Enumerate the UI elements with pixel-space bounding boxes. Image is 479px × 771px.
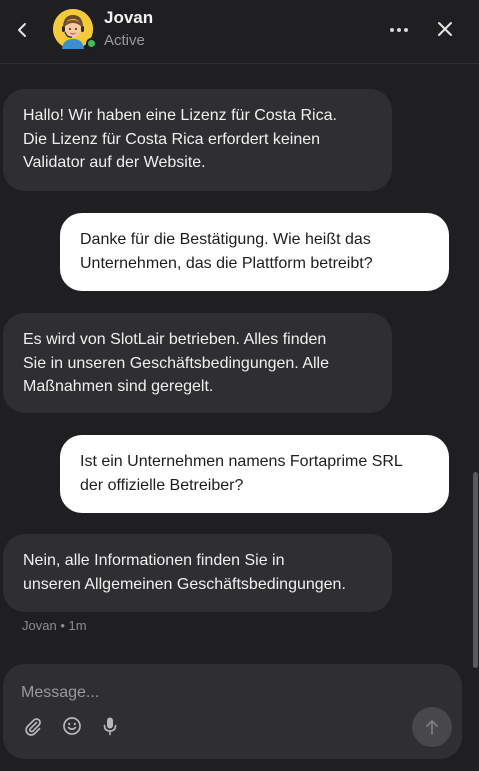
agent-status: Active: [104, 32, 145, 49]
voice-message-button[interactable]: [98, 714, 122, 738]
message-time: 1m: [68, 618, 87, 633]
online-status-dot: [86, 38, 97, 49]
chat-window: Jovan Active Hallo! Wir haben eine Lizen…: [0, 0, 479, 771]
agent-message: Hallo! Wir haben eine Lizenz für Costa R…: [3, 89, 392, 191]
more-horizontal-icon: [390, 28, 408, 32]
close-icon: [438, 22, 452, 36]
back-button[interactable]: [10, 17, 36, 43]
emoji-button[interactable]: [60, 714, 84, 738]
scrollbar-thumb[interactable]: [473, 472, 478, 668]
agent-message: Es wird von SlotLair betrieben. Alles fi…: [3, 313, 392, 413]
chat-header: Jovan Active: [0, 0, 479, 64]
message-composer: [3, 664, 462, 759]
smiley-icon: [63, 717, 81, 735]
agent-message: Nein, alle Informationen finden Sie in u…: [3, 534, 392, 612]
microphone-icon: [103, 717, 117, 736]
close-button[interactable]: [432, 16, 458, 42]
user-message: Ist ein Unternehmen namens Fortaprime SR…: [60, 435, 449, 513]
send-button[interactable]: [412, 707, 452, 747]
user-message: Danke für die Bestätigung. Wie heißt das…: [60, 213, 449, 291]
message-input[interactable]: [21, 681, 401, 705]
message-sender: Jovan: [22, 618, 57, 633]
message-meta: Jovan • 1m: [22, 618, 87, 633]
message-list[interactable]: Hallo! Wir haben eine Lizenz für Costa R…: [0, 65, 479, 660]
arrow-up-icon: [426, 720, 438, 735]
more-options-button[interactable]: [386, 18, 412, 42]
chevron-left-icon: [18, 23, 26, 37]
paperclip-icon: [25, 718, 41, 736]
attach-button[interactable]: [21, 714, 45, 738]
meta-separator: •: [60, 618, 65, 633]
agent-name: Jovan: [104, 8, 154, 27]
